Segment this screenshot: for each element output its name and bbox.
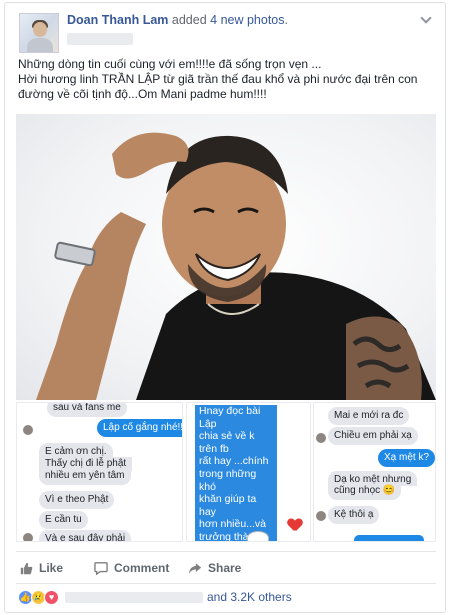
chat-bubble: Vì e theo Phật [39,491,115,509]
photo-thumbnail-3[interactable]: Mai e mới ra đc Chiều em phải xạ Xạ mệt … [313,402,436,542]
chat-message-block: Hnay đọc bài Lập chia sẻ về k trên fb rấ… [195,405,277,541]
status-line-1: Những dòng tin cuối cùng với em!!!!e đã … [18,57,322,71]
status-line-2: Hời hương linh TRẦN LẬP từ giã trần thế … [18,72,418,101]
like-label: Like [39,561,64,575]
chat-avatar [23,533,33,541]
chevron-down-icon[interactable] [419,13,433,27]
divider [16,551,436,552]
chat-bubble: Và e sau đây phải [39,530,132,541]
love-reaction-icon: ♥ [44,589,59,605]
share-label: Share [208,561,242,575]
timestamp-blurred[interactable] [67,33,133,45]
comment-label: Comment [114,561,170,575]
chat-bubble: E cần tu [39,511,88,529]
sticker-image [247,531,269,541]
thumbs-up-icon [20,562,33,574]
reaction-count[interactable]: and 3.2K others [207,590,292,604]
chat-bubble: Chiều em phải xạ [328,427,418,445]
post-card: Doan Thanh Lam added 4 new photos. Những… [4,2,446,613]
reactions-summary[interactable]: 👍 😢 ♥ and 3.2K others [18,589,292,605]
portrait-illustration [36,132,436,400]
reaction-names-blurred [65,591,203,603]
chat-avatar [316,433,326,443]
heart-icon [288,519,302,532]
share-icon [188,562,202,574]
chat-bubble: Mai e mới ra đc [328,407,410,425]
share-button[interactable]: Share [188,558,241,578]
chat-bubble: Thấy chị đi lễ phật [39,457,133,471]
chat-avatar [23,425,33,435]
chat-bubble: Xạ mệt k? [378,449,435,467]
divider [16,583,436,584]
chat-bubble-partial [354,535,424,541]
chat-bubble: Kệ thôi ạ [328,506,380,524]
post-verb: added [171,13,207,27]
photo-thumbnail-1[interactable]: sau và fans me Lập cố gắng nhé!!! E cảm … [16,402,183,542]
comment-button[interactable]: Comment [94,558,169,578]
comment-icon [94,561,108,575]
main-photo[interactable] [16,114,436,400]
chat-bubble: cũng nhọc 😊 [328,484,402,500]
avatar-face [33,22,47,37]
chat-bubble: Lập cố gắng nhé!!! [97,419,182,437]
action-bar: Like Comment Share [16,558,436,578]
chat-avatar [316,511,326,521]
post-status: Những dòng tin cuối cùng với em!!!!e đã … [18,57,438,102]
chat-bubble: sau và fans me [47,403,127,417]
chat-bubble: nhiều em yên tâm [39,470,131,485]
avatar-shirt [27,38,53,52]
author-name[interactable]: Doan Thanh Lam [67,13,168,27]
chat-bubble: E cảm ơn chị. [39,443,113,458]
author-avatar[interactable] [19,13,59,53]
post-header: Doan Thanh Lam added 4 new photos. [67,13,288,27]
photo-thumbnail-2[interactable]: Hnay đọc bài Lập chia sẻ về k trên fb rấ… [186,402,311,542]
like-button[interactable]: Like [20,558,63,578]
photos-link[interactable]: 4 new photos [210,13,284,27]
